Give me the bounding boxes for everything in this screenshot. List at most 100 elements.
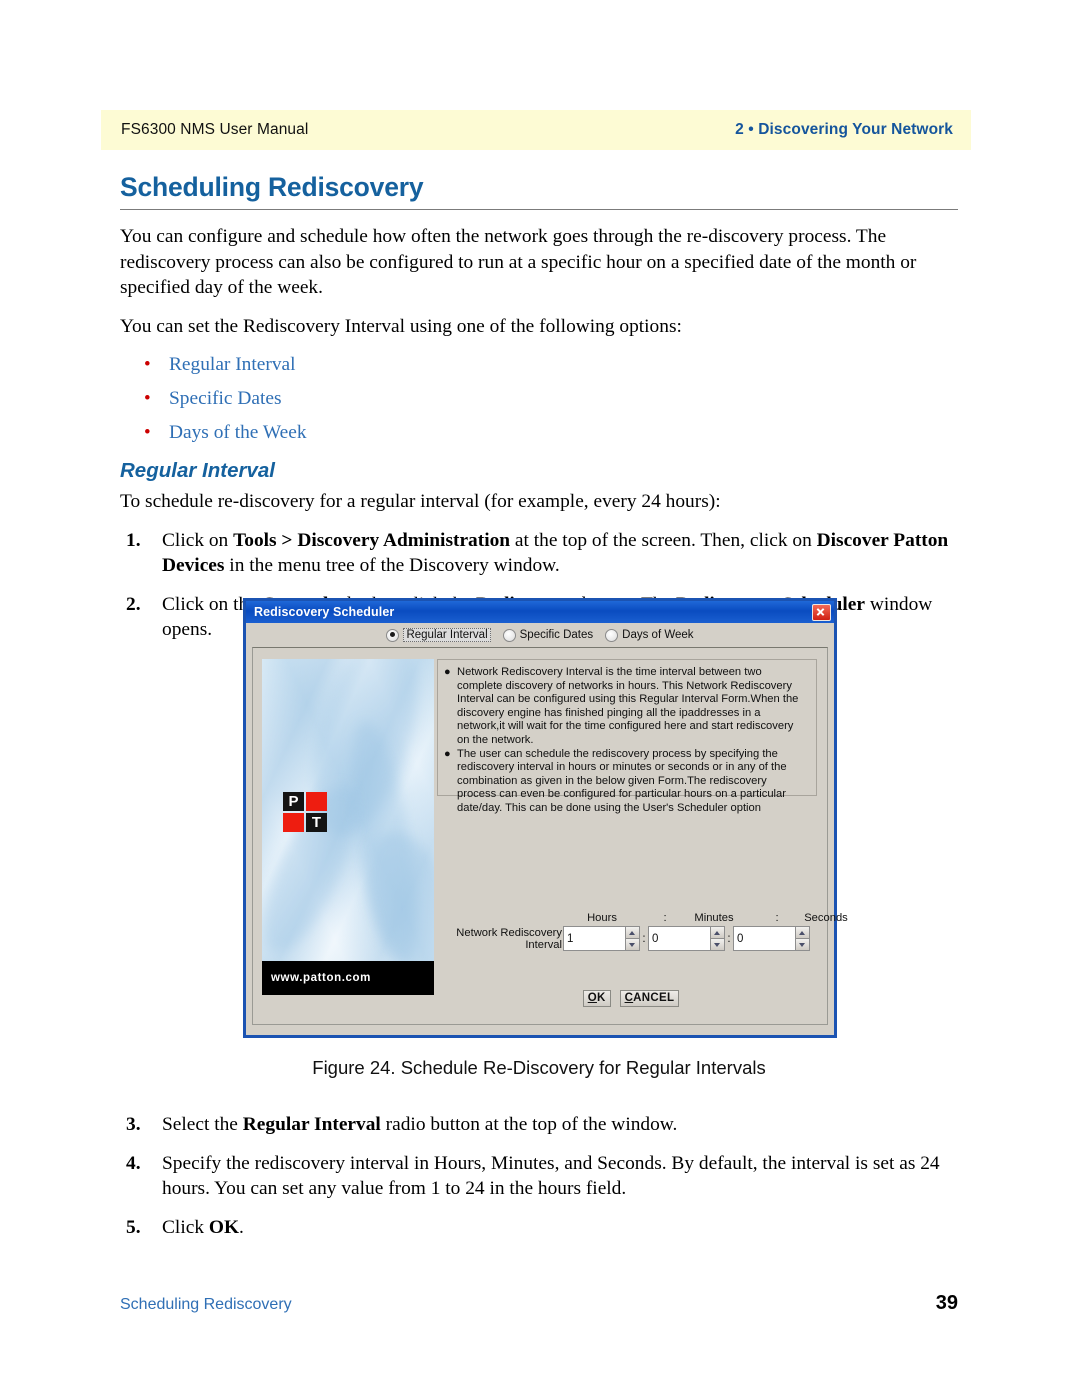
step-number: 1. — [126, 529, 141, 551]
mode-radio-group: Regular Interval Specific Dates Days of … — [246, 623, 834, 647]
step-number: 5. — [126, 1216, 141, 1238]
minutes-label: Minutes — [694, 912, 734, 924]
separator-colon: : — [727, 932, 731, 945]
ok-label-rest: K — [596, 992, 606, 1004]
radio-days-of-week[interactable]: Days of Week — [605, 628, 694, 642]
step-text: Click on Tools > Discovery Administratio… — [162, 529, 949, 577]
step-number: 3. — [126, 1114, 141, 1135]
cancel-label-rest: ANCEL — [633, 992, 675, 1004]
subsection-title: Regular Interval — [120, 459, 275, 482]
minutes-stepper-buttons[interactable] — [710, 926, 725, 951]
spinner-labels-row: Hours : Minutes : Seconds — [437, 912, 848, 924]
cancel-mnemonic: C — [624, 992, 634, 1004]
logo-letter-p: P — [288, 793, 299, 810]
chevron-up-icon — [799, 931, 805, 935]
info-bullet-list: ● Network Rediscovery Interval is the ti… — [444, 666, 808, 816]
dialog-button-row: OK CANCEL — [435, 990, 827, 1007]
page-footer: Scheduling Rediscovery 39 — [120, 1292, 958, 1315]
settings-column: ● Network Rediscovery Interval is the ti… — [435, 648, 848, 1024]
list-item: • Days of the Week — [144, 420, 958, 445]
subsection-lead-in: To schedule re-discovery for a regular i… — [120, 491, 721, 512]
minutes-increment-button[interactable] — [710, 926, 725, 938]
patton-banner-image: P T www.patton.com — [262, 659, 434, 995]
option-label: Days of the Week — [169, 422, 307, 443]
step-number: 4. — [126, 1152, 141, 1174]
bullet-icon: ● — [444, 747, 451, 760]
hours-increment-button[interactable] — [625, 926, 640, 938]
chevron-up-icon — [629, 931, 635, 935]
page-number: 39 — [935, 1292, 958, 1314]
radio-empty-icon — [605, 628, 619, 642]
bullet-icon: • — [144, 388, 151, 409]
interval-field-label: Network Rediscovery Interval — [456, 926, 562, 951]
radio-filled-icon — [386, 628, 400, 642]
hours-stepper-buttons[interactable] — [625, 926, 640, 951]
close-icon[interactable] — [812, 603, 831, 621]
steps-list-bottom: 3. Select the Regular Interval radio but… — [120, 1112, 958, 1240]
list-item: • Regular Interval — [144, 352, 958, 377]
chapter-title: 2 • Discovering Your Network — [735, 121, 953, 138]
minutes-input[interactable]: 0 — [648, 926, 710, 951]
hours-stepper[interactable]: 1 — [563, 926, 640, 951]
interval-controls: Hours : Minutes : Seconds Network Redisc… — [437, 912, 848, 951]
seconds-increment-button[interactable] — [795, 926, 810, 938]
info-bullet-text: The user can schedule the rediscovery pr… — [457, 747, 787, 814]
window-titlebar: Rediscovery Scheduler — [246, 601, 834, 623]
seconds-input[interactable]: 0 — [733, 926, 795, 951]
step-text: Click OK. — [162, 1216, 244, 1238]
option-label: Regular Interval — [169, 354, 296, 375]
separator-colon: : — [642, 932, 646, 945]
title-rule — [120, 209, 958, 210]
list-item: • Specific Dates — [144, 386, 958, 411]
ok-button[interactable]: OK — [582, 990, 611, 1007]
step-item: 3. Select the Regular Interval radio but… — [120, 1112, 958, 1138]
hours-input[interactable]: 1 — [563, 926, 625, 951]
option-label: Specific Dates — [169, 388, 282, 409]
radio-label: Regular Interval — [403, 628, 491, 642]
seconds-stepper[interactable]: 0 — [733, 926, 810, 951]
hours-label: Hours — [587, 912, 617, 924]
seconds-label: Seconds — [804, 912, 848, 924]
logo-cell-red — [283, 813, 304, 832]
step-text: Select the Regular Interval radio button… — [162, 1114, 678, 1135]
list-item: ● The user can schedule the rediscovery … — [444, 748, 808, 816]
bullet-icon: • — [144, 354, 151, 375]
step-item: 5. Click OK. — [120, 1215, 958, 1241]
footer-section-name: Scheduling Rediscovery — [120, 1296, 292, 1313]
seconds-decrement-button[interactable] — [795, 938, 810, 951]
radio-empty-icon — [502, 628, 516, 642]
page-content-lower: 3. Select the Regular Interval radio but… — [120, 1102, 958, 1253]
separator-label: : — [663, 912, 667, 924]
banner-column: P T www.patton.com — [253, 648, 435, 1024]
chevron-down-icon — [629, 943, 635, 947]
cancel-button[interactable]: CANCEL — [619, 990, 680, 1007]
patton-logo-icon: P T — [283, 792, 327, 832]
minutes-stepper[interactable]: 0 — [648, 926, 725, 951]
manual-title: FS6300 NMS User Manual — [121, 121, 309, 138]
separator-label: : — [775, 912, 779, 924]
list-item: ● Network Rediscovery Interval is the ti… — [444, 666, 808, 748]
radio-regular-interval[interactable]: Regular Interval — [386, 628, 491, 642]
step-text: Specify the rediscovery interval in Hour… — [162, 1152, 940, 1200]
bullet-icon: ● — [444, 666, 451, 678]
ok-mnemonic: O — [587, 992, 597, 1004]
logo-letter-t: T — [311, 814, 322, 831]
step-number: 2. — [126, 593, 141, 615]
step-item: 1. Click on Tools > Discovery Administra… — [120, 528, 958, 579]
chevron-down-icon — [714, 943, 720, 947]
step-item: 4. Specify the rediscovery interval in H… — [120, 1151, 958, 1202]
radio-label: Days of Week — [622, 629, 694, 641]
bullet-icon: • — [144, 422, 151, 443]
options-list: • Regular Interval • Specific Dates • Da… — [120, 352, 958, 445]
running-header: FS6300 NMS User Manual 2 • Discovering Y… — [101, 110, 971, 150]
figure-caption: Figure 24. Schedule Re-Discovery for Reg… — [312, 1057, 766, 1078]
seconds-stepper-buttons[interactable] — [795, 926, 810, 951]
radio-label: Specific Dates — [519, 629, 594, 641]
minutes-decrement-button[interactable] — [710, 938, 725, 951]
dialog-body: P T www.patton.com ● Network Rediscovery… — [252, 647, 848, 1025]
rediscovery-scheduler-window[interactable]: Rediscovery Scheduler Regular Interval S… — [243, 598, 848, 1038]
chevron-down-icon — [799, 943, 805, 947]
page-title: Scheduling Rediscovery — [120, 172, 424, 202]
radio-specific-dates[interactable]: Specific Dates — [502, 628, 594, 642]
hours-decrement-button[interactable] — [625, 938, 640, 951]
